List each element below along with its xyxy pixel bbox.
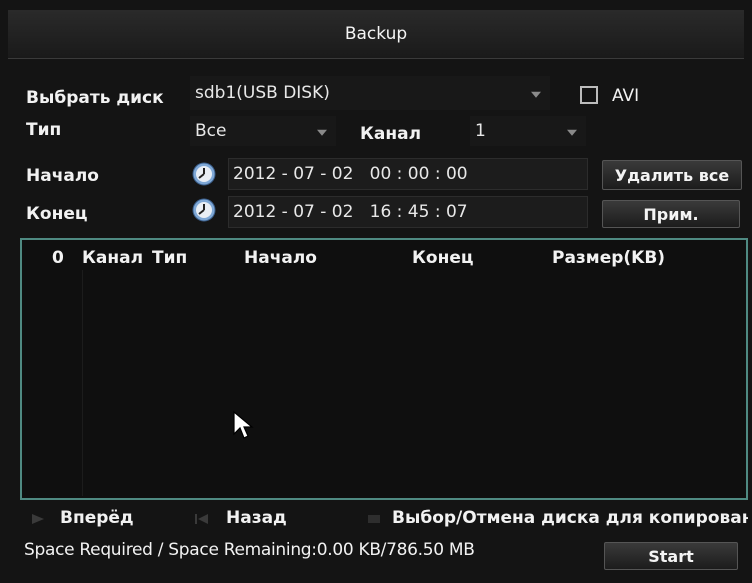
disk-label: Выбрать диск	[26, 88, 164, 108]
select-disk-icon[interactable]	[366, 512, 382, 526]
clock-icon[interactable]	[192, 198, 216, 222]
forward-icon[interactable]	[30, 512, 46, 526]
channel-label: Канал	[360, 124, 422, 144]
end-label: Конец	[26, 204, 88, 224]
mouse-pointer-icon	[233, 410, 254, 439]
avi-checkbox[interactable]	[580, 86, 598, 104]
start-datetime[interactable]: 2012 - 07 - 02 00 : 00 : 00	[228, 158, 588, 190]
forward-link[interactable]: Вперёд	[60, 508, 134, 528]
back-icon[interactable]	[194, 512, 210, 526]
space-status: Space Required / Space Remaining:0.00 KB…	[24, 540, 475, 560]
channel-select-value: 1	[475, 121, 486, 141]
channel-select[interactable]: 1	[470, 116, 586, 146]
type-select[interactable]: Все	[190, 116, 336, 146]
column-header-type: Тип	[152, 248, 188, 268]
table-header: 0 Канал Тип Начало Конец Размер(KB)	[22, 240, 746, 270]
chevron-down-icon	[317, 129, 327, 136]
type-select-value: Все	[195, 121, 227, 141]
backup-file-list[interactable]: 0 Канал Тип Начало Конец Размер(KB)	[20, 238, 748, 500]
column-header-size: Размер(KB)	[552, 248, 666, 268]
select-disk-link[interactable]: Выбор/Отмена диска для копирования	[392, 508, 748, 528]
disk-select[interactable]: sdb1(USB DISK)	[190, 76, 550, 110]
chevron-down-icon	[567, 129, 577, 136]
disk-select-value: sdb1(USB DISK)	[195, 83, 330, 103]
column-header-start: Начало	[244, 248, 317, 268]
delete-all-button[interactable]: Удалить все	[602, 160, 742, 190]
column-header-end: Конец	[412, 248, 474, 268]
end-datetime-value: 2012 - 07 - 02 16 : 45 : 07	[233, 202, 468, 222]
backup-window: Backup Выбрать диск sdb1(USB DISK) AVI Т…	[0, 0, 752, 583]
start-label: Начало	[26, 166, 99, 186]
avi-label: AVI	[612, 86, 640, 106]
clock-icon[interactable]	[192, 162, 216, 186]
column-header-index: 0	[52, 248, 64, 268]
checkbox-column	[22, 270, 83, 496]
back-link[interactable]: Назад	[226, 508, 287, 528]
chevron-down-icon	[531, 91, 541, 98]
start-datetime-value: 2012 - 07 - 02 00 : 00 : 00	[233, 164, 468, 184]
type-label: Тип	[26, 120, 62, 140]
end-datetime[interactable]: 2012 - 07 - 02 16 : 45 : 07	[228, 196, 588, 228]
window-title: Backup	[8, 10, 744, 59]
apply-button[interactable]: Прим.	[602, 200, 740, 228]
window-title-text: Backup	[344, 24, 408, 44]
start-button[interactable]: Start	[604, 542, 738, 570]
column-header-channel: Канал	[82, 248, 144, 268]
